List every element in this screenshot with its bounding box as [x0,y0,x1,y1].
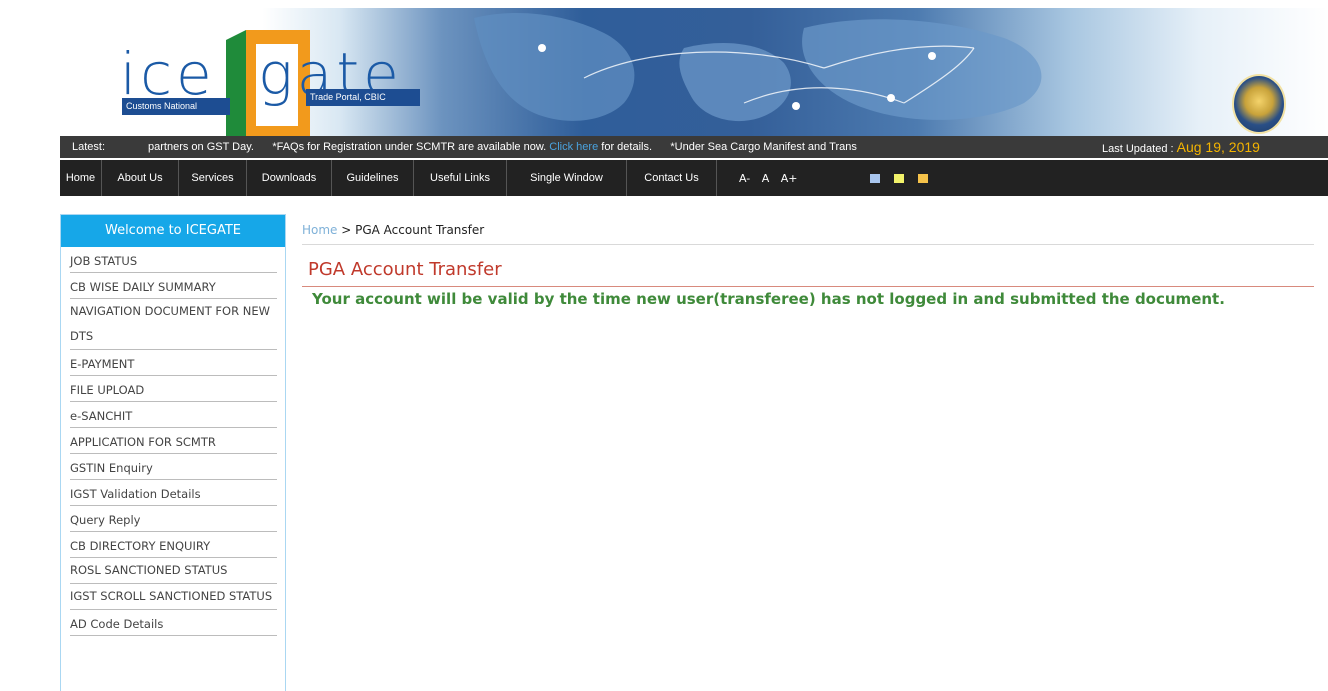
theme-swatches [869,173,928,183]
logo-tagline-right: Trade Portal, CBIC [306,89,420,106]
ticker-item-1: partners on GST Day. [148,141,254,153]
sidebar-item-rosl-sanctioned-status[interactable]: ROSL SANCTIONED STATUS [70,558,277,584]
news-ticker: Latest: partners on GST Day. *FAQs for R… [60,136,1328,158]
nav-about-us[interactable]: About Us [102,160,179,196]
sidebar-item-e-sanchit[interactable]: e-SANCHIT [70,402,277,428]
ticker-latest-label: Latest: [72,141,106,153]
nav-guidelines[interactable]: Guidelines [332,160,414,196]
nav-useful-links[interactable]: Useful Links [414,160,507,196]
sidebar-item-application-for-scmtr[interactable]: APPLICATION FOR SCMTR [70,428,277,454]
sidebar-list: JOB STATUS CB WISE DAILY SUMMARY NAVIGAT… [61,247,285,636]
theme-swatch-orange[interactable] [917,173,928,183]
theme-swatch-blue[interactable] [869,173,880,183]
breadcrumb: Home > PGA Account Transfer [302,214,1314,245]
nav-single-window[interactable]: Single Window [507,160,627,196]
logo-tagline-left: Customs National [122,98,230,115]
sidebar-item-gstin-enquiry[interactable]: GSTIN Enquiry [70,454,277,480]
ticker-scroll: partners on GST Day. *FAQs for Registrat… [148,136,857,158]
sidebar: Welcome to ICEGATE JOB STATUS CB WISE DA… [60,214,286,691]
font-size-controls[interactable]: A- A A+ [739,172,798,185]
cbic-emblem-icon [1232,74,1286,134]
sidebar-item-file-upload[interactable]: FILE UPLOAD [70,376,277,402]
nav-home[interactable]: Home [60,160,102,196]
last-updated: Last Updated : Aug 19, 2019 [1102,136,1260,158]
ticker-item-2: *FAQs for Registration under SCMTR are a… [272,141,547,153]
ticker-click-here-link[interactable]: Click here [549,141,598,153]
main-content: Home > PGA Account Transfer PGA Account … [302,214,1314,308]
nav-services[interactable]: Services [179,160,247,196]
page-title: PGA Account Transfer [302,259,1314,287]
sidebar-item-cb-wise-daily-summary[interactable]: CB WISE DAILY SUMMARY [70,273,277,299]
last-updated-label: Last Updated : [1102,143,1174,155]
breadcrumb-home-link[interactable]: Home [302,223,337,237]
nav-downloads[interactable]: Downloads [247,160,332,196]
main-nav: Home About Us Services Downloads Guideli… [60,160,1328,196]
sidebar-header: Welcome to ICEGATE [61,215,285,247]
header-banner: ice gate Customs National Trade Portal, … [44,8,1328,136]
theme-swatch-yellow[interactable] [893,173,904,183]
sidebar-item-igst-scroll-sanctioned-status[interactable]: IGST SCROLL SANCTIONED STATUS [70,584,277,610]
breadcrumb-separator: > [337,223,356,237]
nav-contact-us[interactable]: Contact Us [627,160,717,196]
sidebar-item-igst-validation-details[interactable]: IGST Validation Details [70,480,277,506]
sidebar-item-job-status[interactable]: JOB STATUS [70,247,277,273]
sidebar-item-ad-code-details[interactable]: AD Code Details [70,610,277,636]
breadcrumb-current: PGA Account Transfer [355,223,485,237]
sidebar-item-query-reply[interactable]: Query Reply [70,506,277,532]
sidebar-item-cb-directory-enquiry[interactable]: CB DIRECTORY ENQUIRY [70,532,277,558]
ticker-item-3: *Under Sea Cargo Manifest and Trans [670,141,857,153]
last-updated-date: Aug 19, 2019 [1176,139,1260,155]
ticker-item-2-tail: for details. [601,141,653,153]
info-message: Your account will be valid by the time n… [312,290,1225,308]
sidebar-item-navigation-document[interactable]: NAVIGATION DOCUMENT FOR NEW DTS [70,299,277,350]
sidebar-item-e-payment[interactable]: E-PAYMENT [70,350,277,376]
